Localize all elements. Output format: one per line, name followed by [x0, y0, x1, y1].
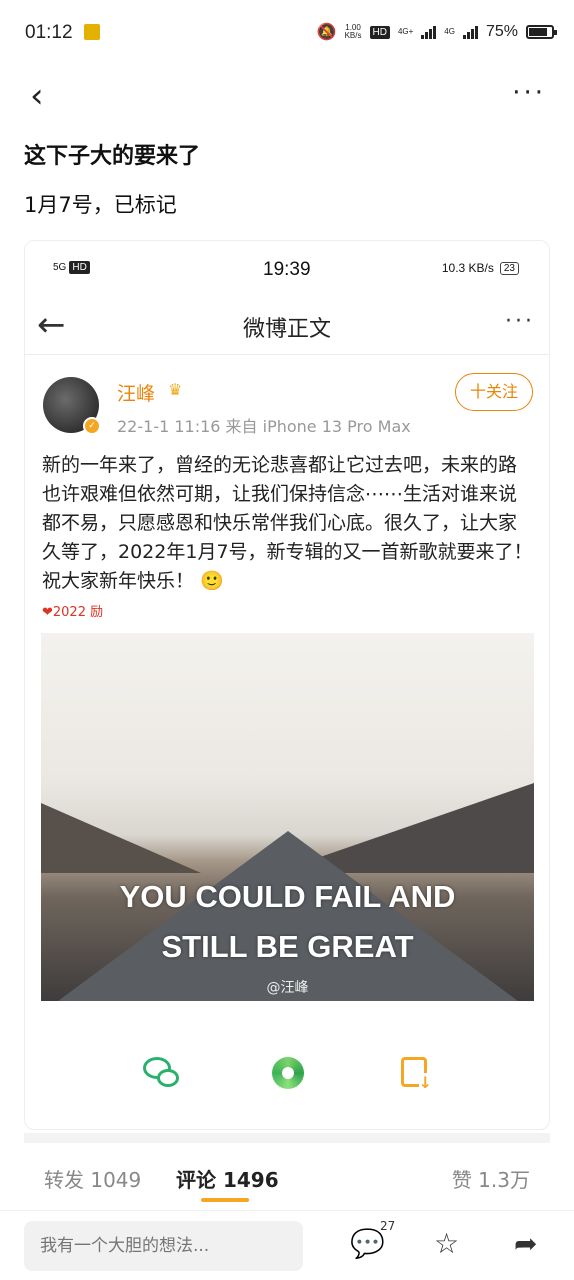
status-bar: 01:12 🔕 1.00 KB/s HD 4G+ 4G 75%: [0, 0, 574, 64]
mute-icon: 🔕: [316, 24, 337, 41]
tab-repost[interactable]: 转发 1049: [44, 1164, 141, 1193]
signal-4g: 4G: [444, 27, 455, 36]
avatar: ✓: [43, 377, 101, 435]
emoji-tags: ❤2022 励: [42, 605, 104, 620]
save-image-icon: [395, 1053, 435, 1093]
weibo-text: 新的一年来了，曾经的无论悲喜都让它过去吧，未来的路也许艰难但依然可期，让我们保持…: [42, 451, 534, 596]
smile-emoji: 🙂: [200, 570, 224, 592]
inner-more-icon: ···: [505, 309, 535, 334]
photo-caption-1: YOU COULD FAIL AND: [119, 879, 456, 914]
forward-icon[interactable]: ➦: [514, 1227, 537, 1260]
weibo-text-body: 新的一年来了，曾经的无论悲喜都让它过去吧，未来的路也许艰难但依然可期，让我们保持…: [42, 454, 533, 592]
inner-5g: 5G: [53, 262, 67, 273]
photo-caption-2: STILL BE GREAT: [161, 929, 414, 964]
battery-icon: [526, 25, 557, 39]
tab-underline: [201, 1198, 249, 1202]
back-icon[interactable]: ‹: [30, 76, 44, 116]
road: [57, 831, 518, 1001]
star-icon[interactable]: ☆: [434, 1227, 459, 1260]
notification-icon: [84, 24, 100, 40]
battery-text: 75%: [485, 23, 518, 40]
post-title: 这下子大的要来了: [24, 144, 201, 169]
hd-icon: HD: [369, 25, 390, 39]
signal-icon-2: [462, 25, 478, 39]
comment-tabs: 转发 1049 评论 1496 赞 1.3万: [24, 1160, 550, 1202]
tab-comment[interactable]: 评论 1496: [176, 1164, 279, 1193]
signal-4gplus: 4G+: [397, 27, 414, 36]
inner-nav-title: 微博正文: [242, 317, 331, 342]
divider: [24, 1133, 550, 1143]
screenshot-image[interactable]: 5G HD 19:39 10.3 KB/s 23 ← 微博正文 ··· ✓ 汪峰 ♛…: [24, 240, 550, 1130]
moments-share-icon: [268, 1053, 308, 1093]
post-desc: 1月7号，已标记: [24, 193, 177, 217]
more-icon[interactable]: ···: [512, 78, 546, 108]
bottom-bar: 💬 27 ☆ ➦: [0, 1210, 574, 1280]
inner-status-bar: 5G HD 19:39 10.3 KB/s 23: [25, 241, 549, 295]
tab-like[interactable]: 赞 1.3万: [452, 1164, 530, 1193]
status-time: 01:12: [25, 22, 73, 43]
post-photo: YOU COULD FAIL AND STILL BE GREAT @汪峰: [41, 633, 534, 1001]
user-name: 汪峰: [117, 383, 156, 405]
comment-count: 27: [380, 1219, 396, 1233]
inner-nav: ← 微博正文 ···: [25, 295, 549, 355]
signal-icon: [421, 25, 437, 39]
inner-hd: HD: [69, 261, 90, 274]
crown-icon: ♛: [168, 380, 183, 399]
verified-icon: ✓: [83, 417, 101, 435]
net-speed: 1.00 KB/s: [344, 23, 362, 40]
follow-button: 十关注: [455, 373, 533, 411]
top-nav: ‹ ···: [0, 64, 574, 124]
wechat-share-icon: [143, 1053, 183, 1093]
post-meta: 22-1-1 11:16 来自 iPhone 13 Pro Max: [117, 417, 411, 436]
inner-time: 19:39: [263, 259, 311, 280]
watermark: @汪峰: [266, 980, 309, 996]
inner-speed: 10.3 KB/s: [441, 261, 494, 275]
comment-input[interactable]: [24, 1221, 303, 1271]
inner-battery: 23: [499, 261, 519, 275]
